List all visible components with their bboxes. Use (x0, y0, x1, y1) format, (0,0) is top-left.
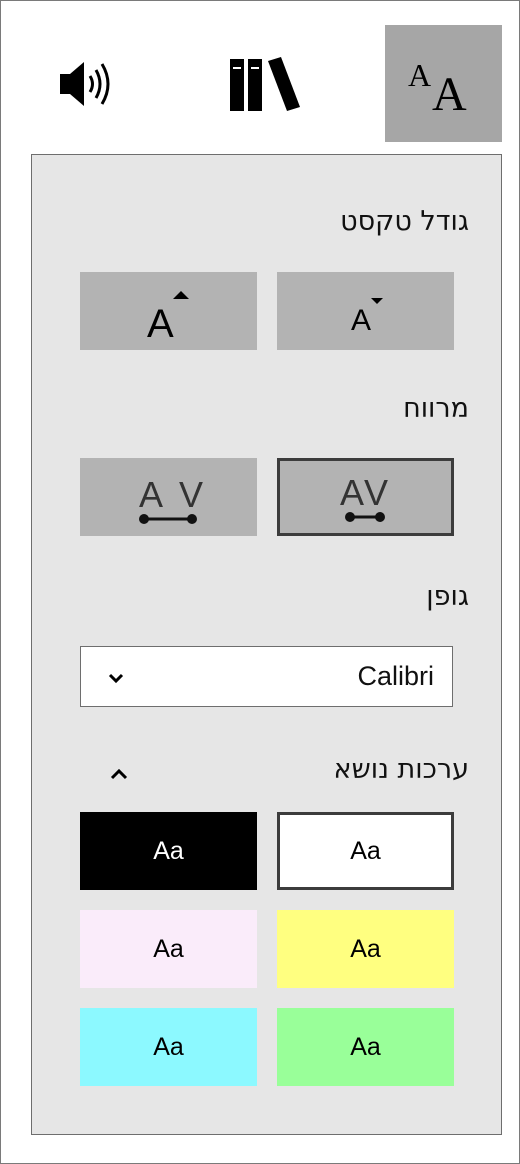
tab-grammar-options[interactable] (207, 25, 324, 142)
tab-read-aloud[interactable] (30, 25, 147, 142)
svg-text:A: A (139, 474, 163, 515)
font-dropdown[interactable]: Calibri (80, 646, 453, 707)
swatch-label: Aa (350, 934, 381, 963)
svg-text:V: V (179, 474, 203, 515)
theme-swatch-cyan[interactable]: Aa (80, 1008, 257, 1086)
swatch-label: Aa (153, 934, 184, 963)
chevron-up-icon[interactable] (109, 766, 129, 785)
svg-text:A: A (340, 472, 364, 513)
theme-swatch-yellow[interactable]: Aa (277, 910, 454, 988)
reader-options-window: A A גודל טקסט A A מרווח A V A V גופן Cal… (0, 0, 520, 1164)
text-size-increase-icon: A (147, 291, 189, 341)
increase-text-size-button[interactable]: A (80, 272, 257, 350)
svg-text:A: A (408, 57, 431, 93)
swatch-label: Aa (153, 1032, 184, 1061)
theme-swatch-lavender[interactable]: Aa (80, 910, 257, 988)
wide-spacing-button[interactable]: A V (80, 458, 257, 536)
font-selected-value: Calibri (357, 661, 434, 691)
svg-text:A: A (351, 304, 371, 336)
theme-swatch-green[interactable]: Aa (277, 1008, 454, 1086)
text-size-label: גודל טקסט (340, 206, 469, 237)
wide-spacing-icon: A V (138, 474, 203, 524)
theme-swatch-black[interactable]: Aa (80, 812, 257, 890)
themes-label: ערכות נושא (333, 754, 469, 785)
swatch-label: Aa (350, 1032, 381, 1061)
chevron-down-icon (107, 669, 125, 688)
svg-text:A: A (432, 68, 467, 116)
swatch-label: Aa (153, 836, 184, 865)
svg-text:A: A (147, 302, 174, 341)
text-size-decrease-icon: A (351, 298, 383, 336)
narrow-spacing-button[interactable]: A V (277, 458, 454, 536)
narrow-spacing-icon: A V (340, 472, 388, 522)
library-icon (229, 56, 300, 111)
svg-text:V: V (364, 472, 388, 513)
text-options-icon: A A (408, 57, 467, 116)
spacing-label: מרווח (403, 393, 469, 424)
swatch-label: Aa (350, 836, 381, 865)
decrease-text-size-button[interactable]: A (277, 272, 454, 350)
theme-swatch-white[interactable]: Aa (277, 812, 454, 890)
font-label: גופן (426, 581, 469, 612)
tab-text-options[interactable]: A A (385, 25, 502, 142)
speaker-icon (59, 61, 109, 106)
